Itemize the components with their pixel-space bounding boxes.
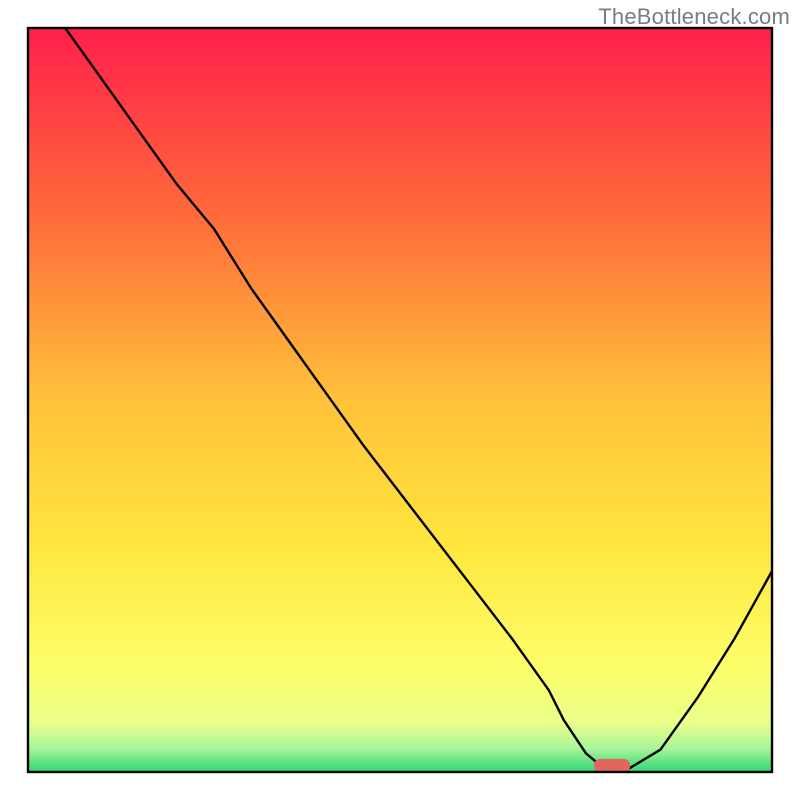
watermark-text: TheBottleneck.com [598,4,790,30]
plot-background [28,28,772,772]
chart-container: TheBottleneck.com [0,0,800,800]
chart-svg [0,0,800,800]
